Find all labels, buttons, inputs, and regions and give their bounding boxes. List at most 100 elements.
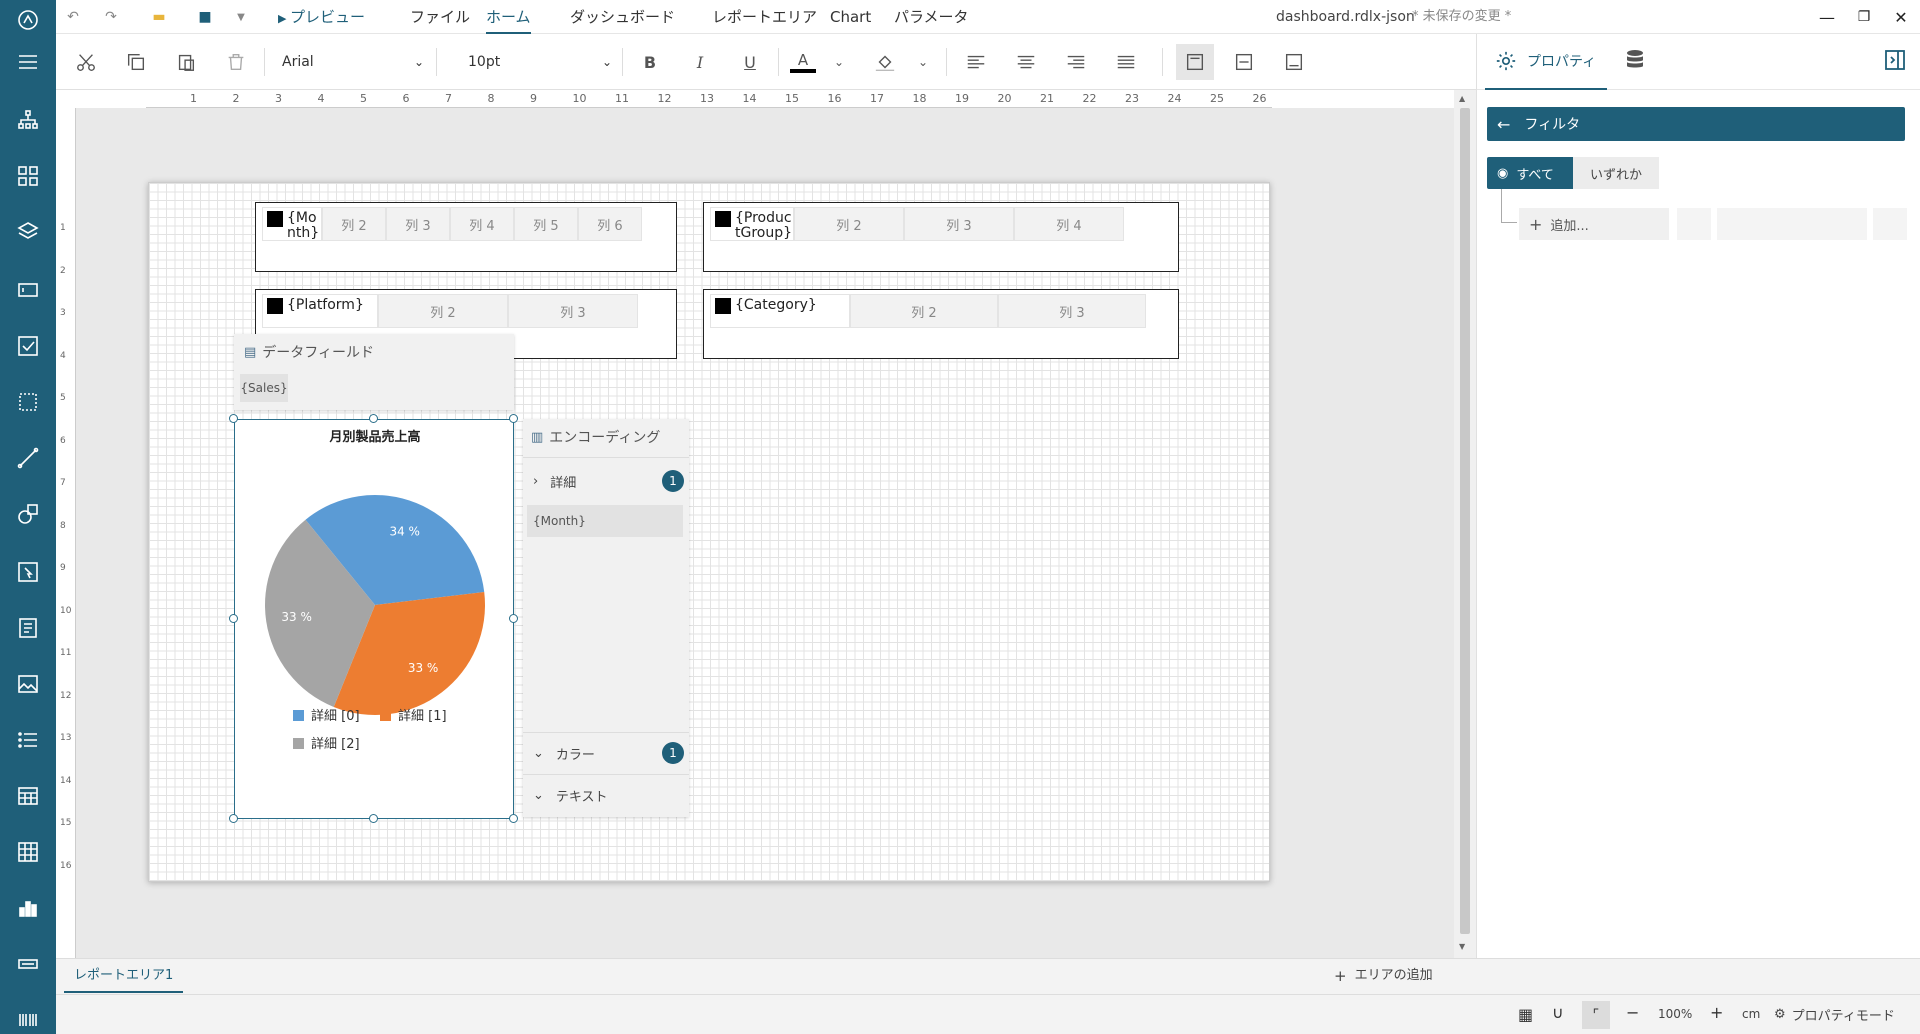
table-column-cell[interactable]: 列 4	[450, 207, 514, 241]
preview-button[interactable]: ▶ プレビュー	[278, 0, 365, 34]
table-category[interactable]: {Category} 列 2列 3	[703, 289, 1179, 359]
filter-header[interactable]: ← フィルタ	[1487, 107, 1905, 141]
encoding-text-row[interactable]: ⌄ テキスト	[533, 783, 683, 807]
resize-handle[interactable]	[369, 414, 378, 423]
container-tool-icon[interactable]	[14, 388, 42, 416]
scrollbar-thumb[interactable]	[1460, 108, 1470, 934]
segment-all-button[interactable]: ◉ すべて	[1487, 157, 1573, 189]
paste-icon[interactable]	[172, 48, 200, 76]
cut-icon[interactable]	[72, 48, 100, 76]
tab-report-area-1[interactable]: レポートエリア1	[64, 959, 184, 993]
details-field-chip[interactable]: {Month}	[527, 505, 683, 537]
align-justify-icon[interactable]	[1112, 48, 1140, 76]
table-field-cell[interactable]: {ProductGroup}	[710, 207, 794, 241]
resize-handle[interactable]	[369, 814, 378, 823]
restore-icon[interactable]: ❐	[1853, 7, 1875, 27]
input-field-tool-icon[interactable]	[14, 558, 42, 586]
barcode-tool-icon[interactable]	[14, 1006, 42, 1034]
menu-item-1[interactable]: ホーム	[486, 0, 531, 34]
redo-icon[interactable]: ↷	[100, 7, 122, 27]
add-area-button[interactable]: + エリアの追加	[1334, 959, 1433, 993]
italic-button[interactable]: I	[686, 48, 714, 76]
table-month[interactable]: {Month} 列 2列 3列 4列 5列 6	[255, 202, 677, 272]
align-left-icon[interactable]	[962, 48, 990, 76]
font-size-select[interactable]: 10pt ⌄	[464, 48, 616, 76]
image-tool-icon[interactable]	[14, 670, 42, 698]
table-column-cell[interactable]: 列 3	[998, 294, 1146, 328]
table-field-cell[interactable]: {Category}	[710, 294, 850, 328]
encoding-details-row[interactable]: › 詳細	[533, 469, 683, 493]
table-column-cell[interactable]: 列 2	[322, 207, 386, 241]
textbox-tool-icon[interactable]	[14, 276, 42, 304]
valign-top-icon[interactable]	[1176, 44, 1214, 80]
zoom-level[interactable]: 100%	[1658, 1007, 1692, 1021]
back-arrow-icon[interactable]: ←	[1497, 115, 1510, 134]
line-tool-icon[interactable]	[14, 444, 42, 472]
tab-properties[interactable]: プロパティ	[1485, 34, 1607, 90]
table-tool-icon[interactable]	[14, 782, 42, 810]
vertical-scrollbar[interactable]: ▲ ▼	[1454, 90, 1476, 958]
menu-item-4[interactable]: Chart	[830, 0, 871, 34]
property-mode-button[interactable]: ⚙ プロパティモード	[1774, 1005, 1895, 1024]
table-column-cell[interactable]: 列 2	[378, 294, 508, 328]
unit-selector[interactable]: cm	[1742, 1007, 1760, 1021]
segment-any-button[interactable]: いずれか	[1573, 157, 1659, 189]
resize-handle[interactable]	[229, 614, 238, 623]
table-field-cell[interactable]: {Platform}	[262, 294, 378, 328]
underline-button[interactable]: U	[736, 48, 764, 76]
rich-text-tool-icon[interactable]	[14, 614, 42, 642]
ruler-toggle-icon[interactable]: ⌜	[1582, 1001, 1610, 1029]
font-family-select[interactable]: Arial ⌄	[278, 48, 428, 76]
encoding-color-row[interactable]: ⌄ カラー	[533, 741, 683, 765]
table-column-cell[interactable]: 列 4	[1014, 207, 1124, 241]
panel-toggle-icon[interactable]	[1883, 48, 1909, 74]
fill-color-icon[interactable]	[870, 48, 900, 76]
valign-bottom-icon[interactable]	[1280, 48, 1308, 76]
save-icon[interactable]: ■	[194, 7, 216, 27]
resize-handle[interactable]	[229, 414, 238, 423]
scroll-down-icon[interactable]: ▼	[1459, 942, 1471, 951]
table-column-cell[interactable]: 列 3	[508, 294, 638, 328]
resize-handle[interactable]	[509, 614, 518, 623]
add-filter-button[interactable]: + 追加...	[1519, 208, 1669, 240]
delete-icon[interactable]	[222, 48, 250, 76]
align-right-icon[interactable]	[1062, 48, 1090, 76]
pie-chart[interactable]: 月別製品売上高 34 % 33 % 33 % 詳細 [0] 詳細 [1] 詳細 [2]	[234, 419, 514, 819]
fill-color-dropdown-icon[interactable]: ⌄	[914, 48, 932, 76]
list-tool-icon[interactable]	[14, 726, 42, 754]
menu-item-2[interactable]: ダッシュボード	[570, 0, 675, 34]
hamburger-menu-icon[interactable]	[14, 48, 42, 76]
resize-handle[interactable]	[229, 814, 238, 823]
undo-icon[interactable]: ↶	[62, 7, 84, 27]
table-column-cell[interactable]: 列 6	[578, 207, 642, 241]
layers-icon[interactable]	[14, 218, 42, 246]
menu-item-5[interactable]: パラメータ	[894, 0, 969, 34]
resize-handle[interactable]	[509, 814, 518, 823]
menu-item-0[interactable]: ファイル	[410, 0, 470, 34]
zoom-in-icon[interactable]: +	[1710, 1003, 1723, 1022]
table-column-cell[interactable]: 列 5	[514, 207, 578, 241]
components-icon[interactable]	[14, 162, 42, 190]
matrix-tool-icon[interactable]	[14, 838, 42, 866]
report-explorer-icon[interactable]	[14, 106, 42, 134]
save-dropdown-icon[interactable]: ▼	[230, 7, 252, 27]
table-productgroup[interactable]: {ProductGroup} 列 2列 3列 4	[703, 202, 1179, 272]
font-color-dropdown-icon[interactable]: ⌄	[830, 48, 848, 76]
minimize-icon[interactable]: —	[1816, 7, 1838, 27]
table-column-cell[interactable]: 列 3	[386, 207, 450, 241]
font-color-button[interactable]: A	[788, 48, 818, 76]
table-field-cell[interactable]: {Month}	[262, 207, 322, 241]
menu-item-3[interactable]: レポートエリア	[712, 0, 817, 34]
bold-button[interactable]: B	[636, 48, 664, 76]
valign-middle-icon[interactable]	[1230, 48, 1258, 76]
shape-tool-icon[interactable]	[14, 500, 42, 528]
checkbox-tool-icon[interactable]	[14, 332, 42, 360]
database-icon[interactable]	[1623, 48, 1651, 76]
copy-icon[interactable]	[122, 48, 150, 76]
sparkline-tool-icon[interactable]	[14, 950, 42, 978]
snap-magnet-icon[interactable]: ∪	[1552, 1003, 1564, 1022]
table-column-cell[interactable]: 列 2	[794, 207, 904, 241]
table-column-cell[interactable]: 列 2	[850, 294, 998, 328]
open-folder-icon[interactable]: ▬	[148, 7, 170, 27]
close-icon[interactable]: ✕	[1890, 7, 1912, 27]
